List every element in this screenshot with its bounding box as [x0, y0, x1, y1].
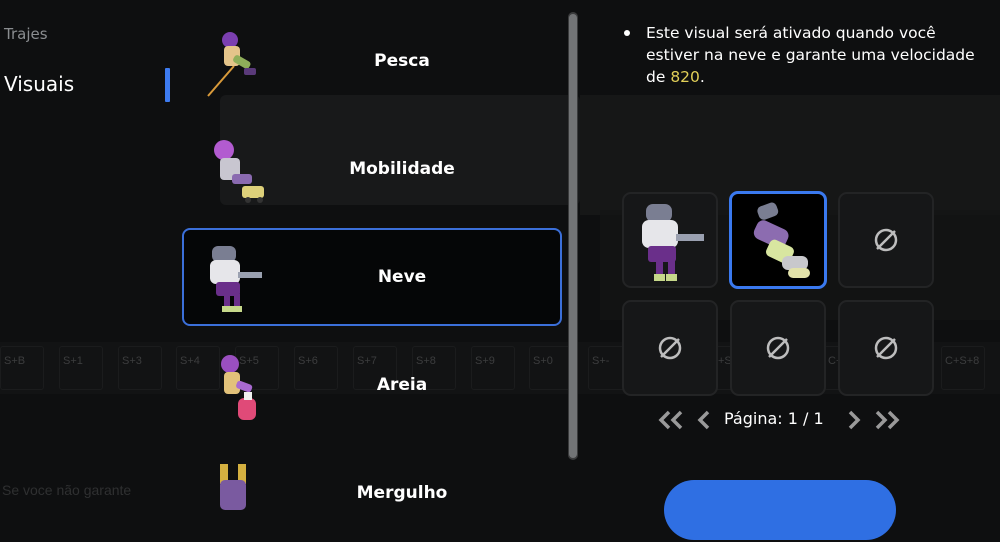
double-chevron-right-icon: [875, 410, 900, 430]
first-page-button[interactable]: [656, 406, 686, 434]
prev-page-button[interactable]: [694, 406, 714, 434]
empty-slot-icon: [874, 336, 898, 360]
list-item-mobilidade[interactable]: Mobilidade: [182, 120, 562, 218]
last-page-button[interactable]: [872, 406, 902, 434]
list-item-neve[interactable]: Neve: [182, 228, 562, 326]
background-hotbar-label: S+1: [63, 355, 83, 367]
background-hotbar-label: S+3: [122, 355, 142, 367]
page-indicator: Página: 1 / 1: [724, 409, 824, 428]
list-item-label: Pesca: [374, 51, 430, 71]
background-hotbar-label: S+-: [592, 355, 610, 367]
bullet-icon: [624, 30, 630, 36]
variant-slot-selected[interactable]: [729, 191, 827, 289]
list-item-mergulho[interactable]: Mergulho: [182, 444, 562, 542]
background-hotbar-label: C+S+8: [945, 355, 980, 367]
outfit-description: Este visual será ativado quando você est…: [624, 22, 976, 88]
chevron-right-icon: [848, 410, 861, 430]
snow-outfit-flying-icon: [753, 202, 810, 278]
variant-slot[interactable]: [622, 192, 718, 288]
variant-slot-empty[interactable]: [622, 300, 718, 396]
list-item-label: Mobilidade: [349, 159, 455, 179]
background-hotbar-slot: [59, 346, 103, 390]
background-faded-text: Se voce não garante: [2, 482, 132, 498]
list-item-label: Areia: [376, 375, 428, 395]
description-end: .: [699, 68, 705, 86]
snow-outfit-variant-icon: [642, 204, 704, 281]
empty-slot-icon: [874, 228, 898, 252]
category-label: Trajes: [4, 25, 48, 43]
list-item-pesca[interactable]: Pesca: [182, 12, 562, 110]
chevron-left-icon: [697, 410, 710, 430]
active-indicator: [165, 68, 170, 102]
list-item-label: Mergulho: [356, 483, 448, 503]
background-hotbar-slot: [941, 346, 985, 390]
background-hotbar-slot: [118, 346, 162, 390]
action-button[interactable]: [664, 480, 896, 540]
empty-slot-icon: [766, 336, 790, 360]
list-item-areia[interactable]: Areia: [182, 336, 562, 434]
list-scrollbar-thumb[interactable]: [569, 14, 577, 458]
background-hotbar-label: S+B: [4, 355, 26, 367]
variant-slot-empty[interactable]: [730, 300, 826, 396]
sidebar-item-visuais[interactable]: Visuais: [4, 72, 74, 96]
speed-value: 820: [670, 68, 700, 86]
next-page-button[interactable]: [844, 406, 864, 434]
background-hotbar-slot: [0, 346, 44, 390]
double-chevron-left-icon: [658, 410, 683, 430]
variant-slot-empty[interactable]: [838, 192, 934, 288]
list-item-label: Neve: [377, 267, 427, 287]
empty-slot-icon: [658, 336, 682, 360]
variant-slot-empty[interactable]: [838, 300, 934, 396]
